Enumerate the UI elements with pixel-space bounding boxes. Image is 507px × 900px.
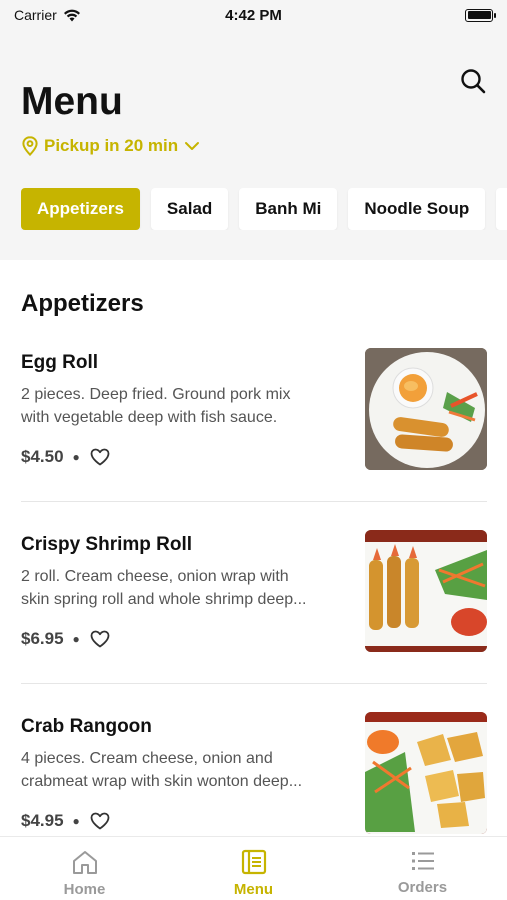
heart-icon [90,630,110,648]
item-description: 4 pieces. Cream cheese, onion and crabme… [21,747,351,793]
favorite-button[interactable] [89,446,111,468]
tab-noodle-soup[interactable]: Noodle Soup [348,188,486,230]
tabbar-menu-label: Menu [233,881,274,898]
item-footer: $4.95 ● [21,810,111,832]
divider [21,501,487,502]
heart-icon [90,448,110,466]
wifi-icon [63,9,80,21]
list-icon [411,852,434,870]
item-desc-line: 4 pieces. Cream cheese, onion and [21,750,273,767]
item-description: 2 pieces. Deep fried. Ground pork mix wi… [21,383,351,429]
separator-dot: ● [72,632,80,646]
item-name: Egg Roll [21,352,99,373]
item-desc-line: crabmeat wrap with skin wonton deep... [21,773,303,790]
item-description: 2 roll. Cream cheese, onion wrap with sk… [21,565,351,611]
category-tabs[interactable]: Appetizers Salad Banh Mi Noodle Soup [21,188,507,230]
tabbar-home-label: Home [63,881,106,898]
item-image [365,712,487,834]
item-desc-line: with vegetable deep with fish sauce. [21,409,278,426]
tab-label: Salad [166,199,213,218]
tab-more[interactable] [496,188,507,230]
menu-item[interactable]: Crispy Shrimp Roll 2 roll. Cream cheese,… [0,524,507,706]
carrier-label: Carrier [14,7,57,23]
heart-icon [90,812,110,830]
location-pin-icon [22,136,38,156]
item-footer: $4.50 ● [21,446,111,468]
search-button[interactable] [458,66,488,96]
menu-list: Egg Roll 2 pieces. Deep fried. Ground po… [0,342,507,888]
separator-dot: ● [72,450,80,464]
item-name: Crab Rangoon [21,716,152,737]
divider [21,683,487,684]
chevron-down-icon [185,142,200,150]
tabbar-orders-label: Orders [397,879,448,896]
item-price: $6.95 [21,629,64,648]
battery-icon [465,8,496,22]
item-price: $4.50 [21,447,64,466]
tab-appetizers[interactable]: Appetizers [21,188,140,230]
tab-label: Banh Mi [255,199,322,218]
pickup-label: Pickup in 20 min [44,136,179,155]
item-price: $4.95 [21,811,64,830]
item-image [365,530,487,652]
item-image [365,348,487,470]
home-icon [72,851,97,874]
item-desc-line: 2 pieces. Deep fried. Ground pork mix [21,386,291,403]
item-footer: $6.95 ● [21,628,111,650]
item-name: Crispy Shrimp Roll [21,534,193,555]
favorite-button[interactable] [89,810,111,832]
item-desc-line: 2 roll. Cream cheese, onion wrap with [21,568,289,585]
separator-dot: ● [72,814,80,828]
status-bar: Carrier 4:42 PM [0,0,507,30]
tab-label: Appetizers [37,199,124,218]
header: Menu Pickup in 20 min Appetizers Salad B… [0,30,507,260]
favorite-button[interactable] [89,628,111,650]
status-left: Carrier [14,7,81,23]
tab-salad[interactable]: Salad [150,188,229,230]
bottom-tab-bar: Home Menu Orders [0,836,507,900]
tab-label: Noodle Soup [364,199,470,218]
tabbar-orders[interactable]: Orders [338,837,507,900]
search-icon [461,69,486,94]
menu-book-icon [241,849,266,875]
menu-item[interactable]: Egg Roll 2 pieces. Deep fried. Ground po… [0,342,507,524]
tab-banh-mi[interactable]: Banh Mi [239,188,338,230]
section-title: Appetizers [21,290,144,317]
item-desc-line: skin spring roll and whole shrimp deep..… [21,591,307,608]
tabbar-menu[interactable]: Menu [169,837,338,900]
pickup-selector[interactable]: Pickup in 20 min [22,136,200,156]
page-title: Menu [21,80,123,123]
tabbar-home[interactable]: Home [0,837,169,900]
